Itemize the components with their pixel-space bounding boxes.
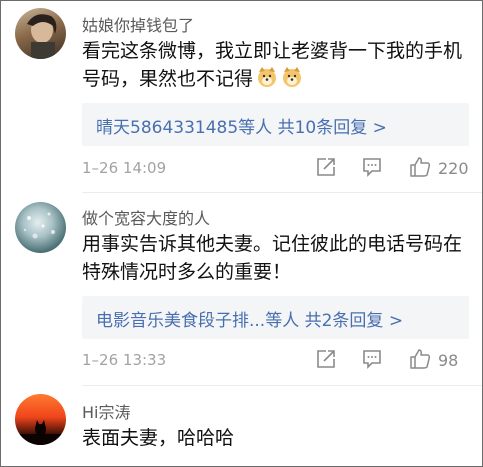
- username[interactable]: Hi宗涛: [82, 399, 130, 423]
- comment-text: 用事实告诉其他夫妻。记住彼此的电话号码在特殊情况时多么的重要！: [82, 233, 463, 283]
- reply-summary-link[interactable]: 晴天5864331485等人 共10条回复 >: [96, 113, 387, 138]
- comment-item: 姑娘你掉钱包了 看完这条微博，我立即让老婆背一下我的手机号码，果然也不记得 晴天…: [0, 0, 483, 185]
- like-count: 98: [438, 351, 459, 370]
- username[interactable]: 姑娘你掉钱包了: [82, 12, 194, 36]
- like-count: 220: [438, 159, 469, 178]
- comment-meta: 1–26 13:33 98: [82, 348, 482, 374]
- doge-emoji: [283, 67, 302, 87]
- avatar[interactable]: [15, 394, 66, 445]
- reply-summary-box[interactable]: 晴天5864331485等人 共10条回复 >: [82, 103, 469, 146]
- comment-text: 表面夫妻，哈哈哈: [82, 427, 235, 449]
- share-icon[interactable]: [315, 156, 337, 178]
- reply-summary-box[interactable]: 电影音乐美食段子排...等人 共2条回复 >: [82, 296, 469, 339]
- username[interactable]: 做个宽容大度的人: [82, 205, 210, 229]
- divider: [82, 192, 482, 193]
- comment-meta: 1–26 14:09 220: [82, 156, 482, 182]
- thumbs-up-icon[interactable]: [409, 156, 431, 178]
- avatar[interactable]: [15, 202, 66, 253]
- doge-emoji: [258, 67, 277, 87]
- share-icon[interactable]: [315, 348, 337, 370]
- reply-summary-link[interactable]: 电影音乐美食段子排...等人 共2条回复 >: [96, 306, 403, 331]
- comment-icon[interactable]: [361, 348, 383, 370]
- timestamp: 1–26 14:09: [82, 159, 167, 177]
- avatar[interactable]: [15, 8, 66, 59]
- timestamp: 1–26 13:33: [82, 351, 167, 369]
- comment-icon[interactable]: [361, 156, 383, 178]
- comment-text: 看完这条微博，我立即让老婆背一下我的手机号码，果然也不记得: [82, 37, 462, 93]
- divider: [82, 385, 482, 386]
- thumbs-up-icon[interactable]: [409, 348, 431, 370]
